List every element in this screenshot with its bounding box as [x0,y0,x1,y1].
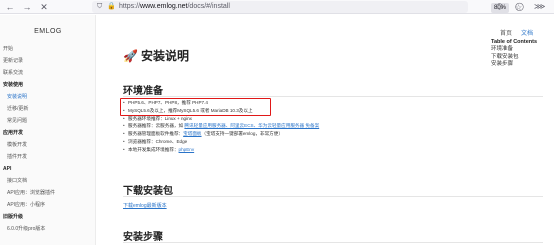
toc-items: 环境准备 下载安装包 安装步骤 [491,46,553,69]
list-item-text: 服务器推荐：云服务器，如 [128,123,185,129]
sidebar-section[interactable]: 应用开发 [0,127,95,139]
toc-title: Table of Contents [491,39,538,45]
env-heading[interactable]: 环境准备 [123,82,163,97]
steps-heading[interactable]: 安装步骤 [123,228,163,243]
close-icon[interactable]: ✕ [38,1,50,13]
main-content: 🚀安装说明 环境准备 PHP5.6、PHP7、PHP8，推荐 PHP7.4MyS… [97,15,554,245]
sidebar-section[interactable]: 安装使用 [0,79,95,91]
docs-sidebar: EMLOG 开始 更新记录 联系交流 安装使用 安装说明 迁移/更新 常见问题 应用开发 模板开… [0,15,96,245]
sidebar-item[interactable]: API应用：浏览器插件 [0,187,95,199]
table-of-contents: Table of Contents 环境准备 下载安装包 安装步骤 [491,38,553,69]
sidebar-item[interactable]: 联系交流 [0,67,95,79]
divider [123,196,543,197]
url-host: www.emlog.net [140,3,188,10]
lock-icon: 🔒 [107,3,116,10]
list-item-link[interactable]: 宝塔面板 [183,131,201,136]
sidebar-nav: 开始 更新记录 联系交流 安装使用 安装说明 迁移/更新 常见问题 应用开发 模板开发 插件开发 A… [0,43,95,235]
page-title-text: 安装说明 [140,49,189,63]
sidebar-item[interactable]: 迁移/更新 [0,103,95,115]
browser-toolbar: ← → ✕ ⛉ 🔒 https://www.emlog.net/docs/#/i… [0,0,554,14]
divider [123,242,543,243]
list-item: 服务器推荐：云服务器，如 腾讯轻量应用服务器、阿里云ECS、华为云轻量应用服务器… [123,122,413,130]
toc-item[interactable]: 下载安装包 [491,54,553,62]
url-path: /docs/#/install [187,3,230,10]
sidebar-item[interactable]: 模板开发 [0,139,95,151]
sidebar-item[interactable]: API应用：小程序 [0,199,95,211]
sidebar-item[interactable]: 安装说明 [0,91,95,103]
sidebar-section[interactable]: 旧版升级 [0,211,95,223]
docs-link[interactable]: 文档 [521,31,533,37]
url-prefix: https:// [119,3,141,10]
sidebar-section[interactable]: API [0,163,95,175]
shield-icon: ⛉ [97,3,103,10]
url-bar[interactable]: ⛉ 🔒 https://www.emlog.net/docs/#/install… [92,1,522,13]
sidebar-item[interactable]: 6.0.0升级pro版本 [0,223,95,235]
sidebar-item[interactable]: 更新记录 [0,55,95,67]
list-item-text: 服务器管理面板软件推荐： [128,131,184,137]
highlight-box [120,98,271,116]
top-links: 首页 文档 [500,28,542,37]
list-item-link[interactable]: phpEnv [179,147,195,152]
url-text[interactable]: https://www.emlog.net/docs/#/install [119,1,230,13]
list-item: 服务器管理面板软件推荐：宝塔面板（宝塔支持一键部署emlog，非常方便） [123,130,413,138]
rocket-icon: 🚀 [123,49,138,63]
home-link[interactable]: 首页 [500,31,512,37]
sidebar-item[interactable]: 接口文档 [0,175,95,187]
list-item-text: 浏览器推荐：Chrome、Edge [128,138,188,144]
list-item-link[interactable]: 腾讯轻量应用服务器、阿里云ECS、华为云轻量应用服务器 免备案 [184,123,319,128]
back-arrow-icon[interactable]: ← [4,1,16,13]
pocket-icon[interactable]: ⬡ [496,1,503,13]
extensions-icon[interactable]: ⋙ [534,1,545,13]
sidebar-item[interactable]: 开始 [0,43,95,55]
list-item: 本地开发集成环境推荐：phpEnv [123,146,413,154]
list-item-text: 本地开发集成环境推荐： [128,146,179,152]
toc-item[interactable]: 安装步骤 [491,61,553,69]
page-title: 🚀 安装说明 [123,47,189,64]
divider [123,96,543,97]
sidebar-item[interactable]: 插件开发 [0,151,95,163]
download-link[interactable]: 下载emlog最新版本 [123,202,167,209]
brand-title[interactable]: EMLOG [0,28,95,35]
account-icon[interactable]: ◯ [515,1,524,13]
list-item: 浏览器推荐：Chrome、Edge [123,138,413,146]
forward-arrow-icon[interactable]: → [21,1,33,13]
list-item-note: （宝塔支持一键部署emlog，非常方便） [201,131,283,137]
toc-item[interactable]: 环境准备 [491,46,553,54]
sidebar-item[interactable]: 常见问题 [0,115,95,127]
download-heading[interactable]: 下载安装包 [123,182,173,197]
list-item-text: 服务器环境推荐：Linux + nginx [128,115,192,121]
